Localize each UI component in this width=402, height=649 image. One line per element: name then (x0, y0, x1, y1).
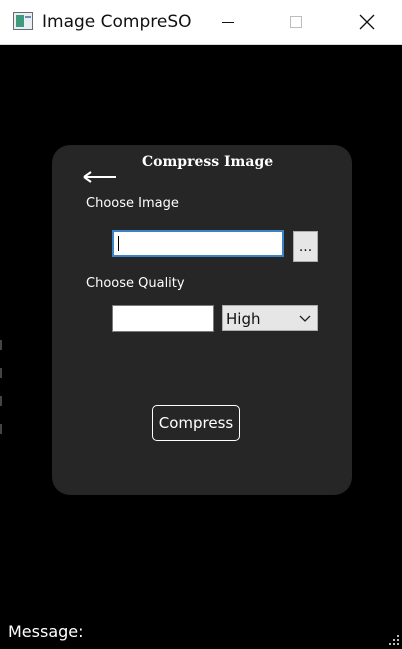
image-path-input[interactable] (112, 230, 284, 257)
back-button[interactable] (82, 167, 118, 187)
choose-image-label: Choose Image (86, 196, 179, 211)
compress-button[interactable]: Compress (152, 405, 240, 441)
compress-card: Compress Image Choose Image ... Choose Q… (52, 145, 352, 495)
window-title: Image CompreSO (42, 12, 192, 32)
message-label: Message: (8, 622, 84, 641)
back-arrow-icon (83, 171, 116, 183)
quality-input[interactable] (112, 305, 214, 332)
browse-button[interactable]: ... (293, 231, 318, 262)
quality-select[interactable]: High (222, 305, 318, 331)
left-edge-artifact (0, 340, 3, 480)
chevron-down-icon (299, 315, 311, 322)
close-icon (359, 14, 375, 30)
resize-grip-icon[interactable] (388, 634, 400, 646)
minimize-icon (222, 22, 234, 23)
maximize-icon (290, 16, 302, 28)
maximize-button[interactable] (274, 0, 320, 45)
card-title: Compress Image (142, 154, 274, 170)
choose-quality-label: Choose Quality (86, 276, 185, 291)
text-caret (118, 236, 119, 251)
app-icon (13, 12, 33, 30)
minimize-button[interactable] (205, 0, 251, 45)
close-button[interactable] (344, 0, 390, 45)
quality-selected-value: High (226, 310, 261, 328)
title-bar: Image CompreSO (0, 0, 402, 45)
